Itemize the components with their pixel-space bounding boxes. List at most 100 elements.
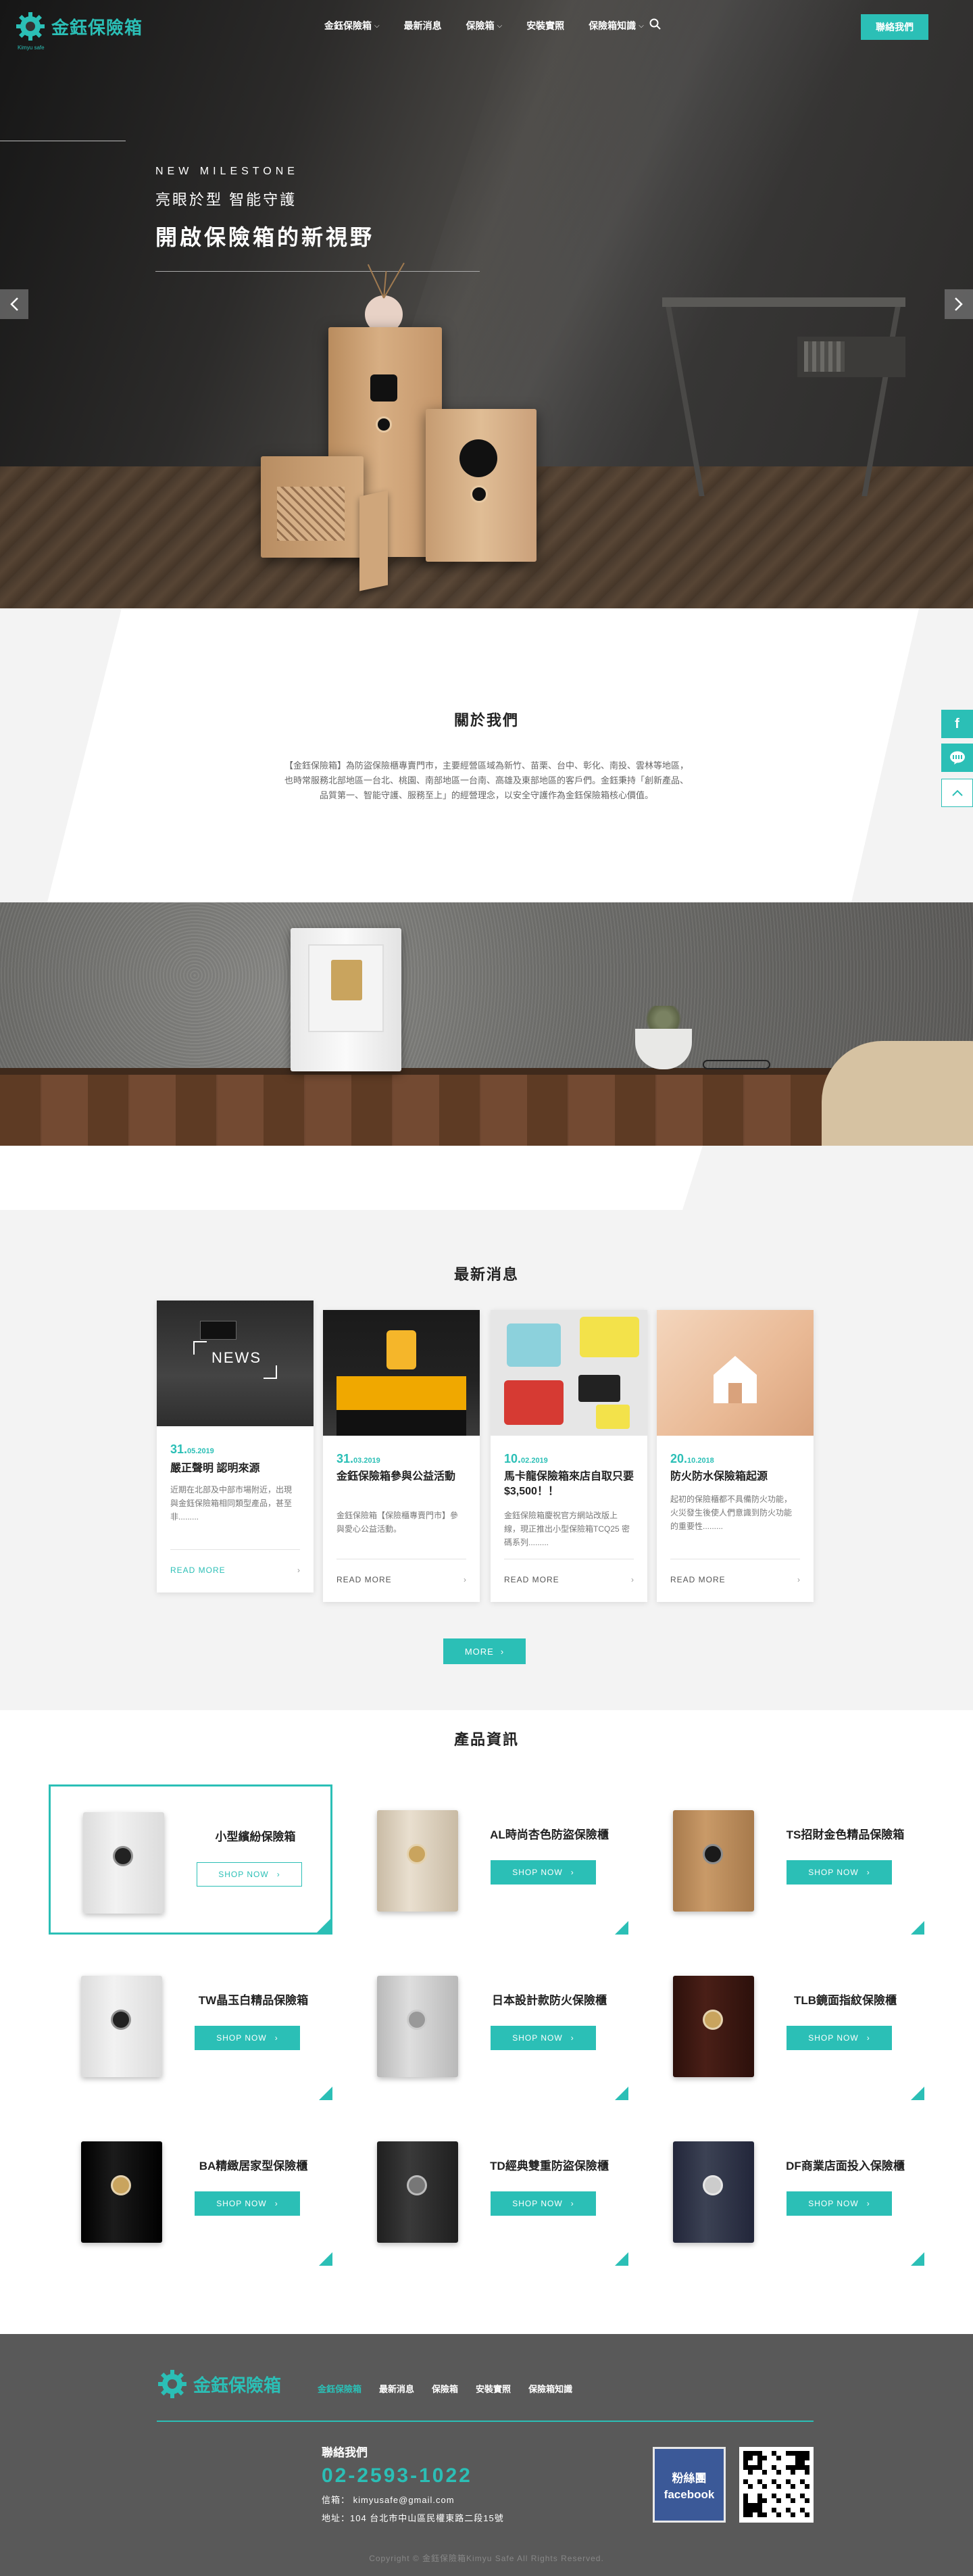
shop-now-button[interactable]: SHOP NOW ›: [787, 2026, 892, 2050]
logo[interactable]: 金鈺保險箱 Kimyu safe: [15, 11, 143, 51]
news-card[interactable]: 10.02.2019 馬卡龍保險箱來店自取只要$3,500！！ 金鈺保險箱慶祝官…: [491, 1310, 647, 1602]
hero-title: 開啟保險箱的新視野: [155, 225, 375, 249]
facebook-icon: f: [955, 716, 959, 731]
shop-now-button[interactable]: SHOP NOW ›: [787, 2191, 892, 2216]
news-date: 31.05.2019: [170, 1442, 214, 1456]
news-card[interactable]: 31.03.2019 金鈺保險箱參與公益活動 金鈺保險箱【保險櫃專賣門市】參與愛…: [323, 1310, 480, 1602]
product-card[interactable]: TW晶玉白精品保險箱 SHOP NOW ›: [49, 1950, 332, 2100]
news-headline: 金鈺保險箱參與公益活動: [336, 1471, 456, 1482]
news-excerpt: 金鈺保險箱慶祝官方網站改版上線，現正推出小型保險箱TCQ25 密碼系列.....…: [504, 1511, 630, 1547]
about-title: 關於我們: [453, 712, 519, 729]
footer-phone[interactable]: 02-2593-1022: [322, 2464, 472, 2487]
armchair: [822, 1041, 973, 1163]
footer-nav-about[interactable]: 金鈺保險箱: [318, 2382, 361, 2395]
product-card[interactable]: 小型繽紛保險箱 SHOP NOW ›: [49, 1784, 332, 1935]
nav-item-about[interactable]: 金鈺保險箱 ⌵: [312, 19, 392, 32]
read-more-link[interactable]: READ MORE: [336, 1575, 392, 1584]
facebook-fanpage-button[interactable]: 粉絲團 facebook: [653, 2447, 726, 2523]
news-date: 20.10.2018: [670, 1452, 714, 1465]
shop-now-label: SHOP NOW: [512, 2199, 563, 2208]
chevron-right-icon: ›: [866, 1868, 870, 1877]
read-more-link[interactable]: READ MORE: [170, 1565, 226, 1575]
shop-now-label: SHOP NOW: [512, 1868, 563, 1877]
read-more-link[interactable]: READ MORE: [504, 1575, 559, 1584]
shop-now-button[interactable]: SHOP NOW ›: [195, 2191, 300, 2216]
product-card[interactable]: BA精緻居家型保險櫃 SHOP NOW ›: [49, 2116, 332, 2266]
product-name: TS招財金色精品保險箱: [786, 1828, 905, 1841]
corner-accent: [911, 2252, 924, 2266]
shop-now-button[interactable]: SHOP NOW ›: [787, 1860, 892, 1885]
news-headline: 馬卡龍保險箱來店自取只要$3,500！！: [504, 1471, 634, 1497]
nav-item-safes[interactable]: 保險箱 ⌵: [454, 19, 515, 32]
news-section: [0, 1210, 973, 1710]
news-card[interactable]: NEWS 31.05.2019 嚴正聲明 認明來源 近期在北部及中部市場附近，出…: [157, 1301, 314, 1593]
back-to-top-button[interactable]: [941, 779, 973, 807]
footer-nav-installs[interactable]: 安裝實照: [476, 2382, 511, 2395]
footer-logo[interactable]: 金鈺保險箱: [157, 2368, 281, 2400]
read-more-link[interactable]: READ MORE: [670, 1575, 726, 1584]
product-image: [69, 2132, 170, 2247]
news-card[interactable]: 20.10.2018 防火防水保險箱起源 起初的保險櫃都不具備防火功能，火災發生…: [657, 1310, 814, 1602]
footer-address: 地址：104 台北市中山區民權東路二段15號: [322, 2513, 504, 2523]
chevron-right-icon: ›: [570, 1868, 574, 1877]
chevron-right-icon: ›: [276, 1870, 280, 1879]
product-card[interactable]: 日本設計款防火保險櫃 SHOP NOW ›: [345, 1950, 628, 2100]
contact-button[interactable]: 聯絡我們: [861, 14, 928, 40]
hero-banner: NEW MILESTONE 亮眼於型 智能守護 開啟保險箱的新視野: [0, 0, 973, 608]
corner-accent: [911, 1921, 924, 1935]
shop-now-button[interactable]: SHOP NOW ›: [491, 2026, 596, 2050]
carousel-next-button[interactable]: [945, 289, 973, 319]
corner-accent: [615, 1921, 628, 1935]
footer-nav-safes[interactable]: 保險箱: [432, 2382, 458, 2395]
shop-now-button[interactable]: SHOP NOW ›: [491, 2191, 596, 2216]
chevron-right-icon: ›: [631, 1575, 634, 1584]
product-image: [71, 1803, 172, 1918]
news-excerpt: 近期在北部及中部市場附近，出現與金鈺保險箱相同類型產品，甚至非.........: [170, 1485, 293, 1522]
shop-now-button[interactable]: SHOP NOW ›: [491, 1860, 596, 1885]
chevron-right-icon: ›: [570, 2199, 574, 2208]
corner-accent: [911, 2087, 924, 2100]
gear-logo-icon: [158, 2370, 186, 2398]
corner-accent: [615, 2087, 628, 2100]
news-image-label: NEWS: [211, 1349, 261, 1366]
corner-accent: [615, 2252, 628, 2266]
shop-now-label: SHOP NOW: [808, 1868, 859, 1877]
news-date: 31.03.2019: [336, 1452, 380, 1465]
news-headline: 防火防水保險箱起源: [670, 1471, 768, 1482]
shop-now-button[interactable]: SHOP NOW ›: [197, 1862, 302, 1887]
product-image: [365, 1801, 466, 1916]
search-icon[interactable]: [649, 18, 662, 31]
product-image: [365, 2132, 466, 2247]
product-card[interactable]: TLB鏡面指紋保險櫃 SHOP NOW ›: [641, 1950, 924, 2100]
side-line-button[interactable]: [941, 744, 973, 772]
corner-accent: [319, 2252, 332, 2266]
news-date: 10.02.2019: [504, 1452, 548, 1465]
product-image: [661, 1801, 762, 1916]
nav-item-news[interactable]: 最新消息: [392, 19, 454, 32]
carousel-prev-button[interactable]: [0, 289, 28, 319]
footer-nav-knowledge[interactable]: 保險箱知識: [528, 2382, 572, 2395]
news-image: [491, 1310, 647, 1436]
chevron-right-icon: ›: [500, 1646, 505, 1657]
copyright: Copyright © 金鈺保險箱Kimyu Safe All Rights R…: [369, 2554, 604, 2563]
shop-now-button[interactable]: SHOP NOW ›: [195, 2026, 300, 2050]
product-card[interactable]: AL時尚杏色防盜保險櫃 SHOP NOW ›: [345, 1784, 628, 1935]
logo-subtext: Kimyu safe: [18, 45, 45, 51]
news-title: 最新消息: [453, 1266, 519, 1283]
product-card[interactable]: TD經典雙重防盜保險櫃 SHOP NOW ›: [345, 2116, 628, 2266]
side-facebook-button[interactable]: f: [941, 710, 973, 738]
nav-item-installs[interactable]: 安裝實照: [514, 19, 576, 32]
footer-nav-news[interactable]: 最新消息: [379, 2382, 414, 2395]
chevron-right-icon: ›: [274, 2199, 278, 2208]
product-card[interactable]: DF商業店面投入保險櫃 SHOP NOW ›: [641, 2116, 924, 2266]
about-section: [47, 608, 919, 902]
product-card[interactable]: TS招財金色精品保險箱 SHOP NOW ›: [641, 1784, 924, 1935]
chevron-right-icon: ›: [797, 1575, 800, 1584]
shop-now-label: SHOP NOW: [808, 2033, 859, 2043]
chevron-down-icon: ⌵: [497, 22, 503, 30]
shop-now-label: SHOP NOW: [808, 2199, 859, 2208]
footer-email[interactable]: 信箱： kimyusafe@gmail.com: [322, 2493, 455, 2506]
nav-item-knowledge[interactable]: 保險箱知識 ⌵: [576, 19, 656, 32]
news-more-button[interactable]: MORE ›: [443, 1638, 526, 1664]
chevron-right-icon: ›: [274, 2033, 278, 2043]
